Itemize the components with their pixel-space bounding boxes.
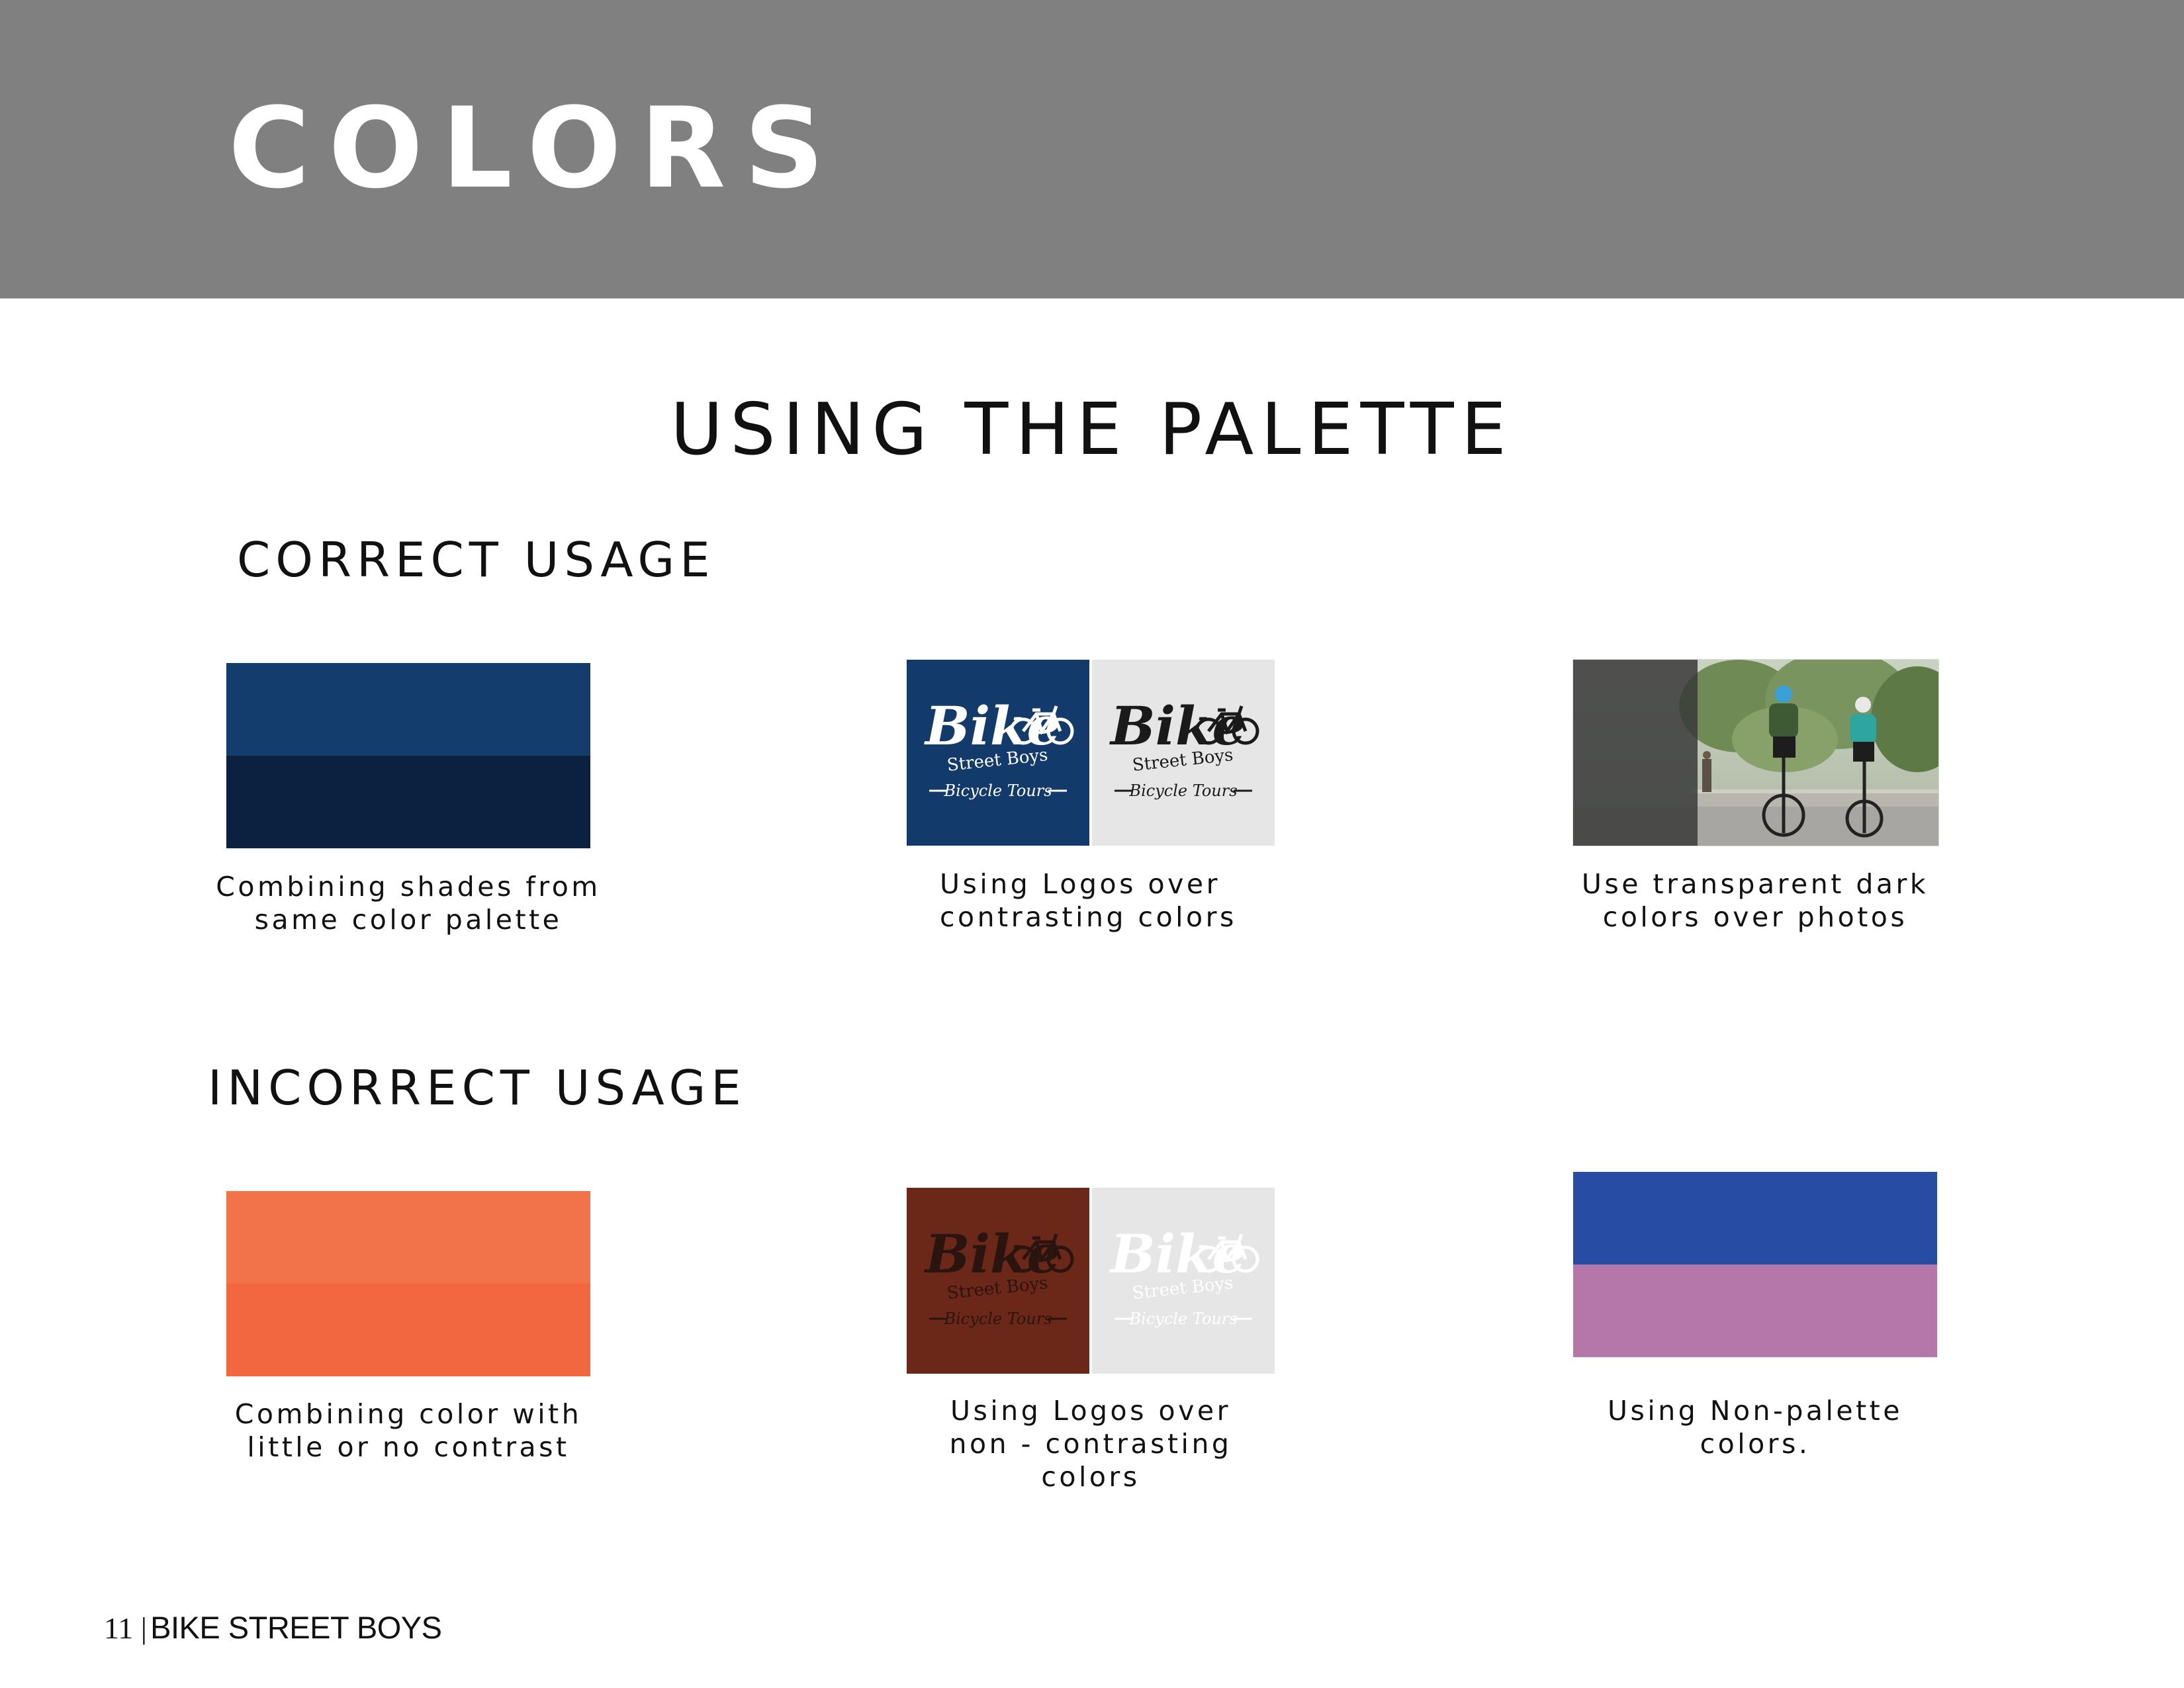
correct-logos-pair: Bike Street Boys Bicycle Tours Bike Street … <box>907 660 1275 846</box>
caption-line: Combining color with <box>234 1398 582 1430</box>
correct-overlay-caption: Use transparent dark colors over photos <box>1550 867 1960 934</box>
caption-line: Use transparent dark <box>1581 868 1929 900</box>
incorrect-non-palette-swatch <box>1573 1172 1937 1357</box>
caption-line: same color palette <box>254 904 563 936</box>
caption-line: Combining shades from <box>216 871 601 903</box>
logo-tagline: Bicycle Tours <box>943 1310 1052 1328</box>
transparent-overlay <box>1573 660 1698 846</box>
logo-tile-dark: Bike Street Boys Bicycle Tours <box>907 660 1089 846</box>
correct-usage-heading: CORRECT USAGE <box>237 532 715 588</box>
logo-tile-light: Bike Street Boys Bicycle Tours <box>1092 1188 1275 1374</box>
bike-logo: BikeStreet BoysBicycle Tours <box>1109 695 1259 800</box>
caption-line: contrasting colors <box>940 901 1237 933</box>
logo-artwork: BikeStreet BoysBicycle Tours <box>1109 695 1259 800</box>
logo-tagline: Bicycle Tours <box>1128 781 1237 800</box>
caption-line: little or no contrast <box>247 1431 570 1463</box>
caption-line: colors <box>1041 1461 1140 1493</box>
logo-tile-light: Bike Street Boys Bicycle Tours <box>1092 660 1275 846</box>
swatch-top <box>1573 1172 1937 1265</box>
swatch-bottom <box>226 756 590 848</box>
logo-artwork: BikeStreet BoysBicycle Tours <box>924 695 1074 800</box>
caption-line: Using Non-palette <box>1608 1395 1903 1427</box>
incorrect-non-palette-caption: Using Non-palette colors. <box>1550 1394 1960 1460</box>
correct-logos-caption: Using Logos over contrasting colors <box>875 867 1284 934</box>
cyclists-photo-image <box>1573 660 1938 846</box>
logo-tagline: Bicycle Tours <box>1128 1310 1237 1328</box>
page-footer: 11 | BIKE STREET BOYS <box>104 1612 442 1644</box>
logo-tagline: Bicycle Tours <box>943 781 1052 800</box>
swatch-top <box>226 663 590 756</box>
logo-tile-brown: Bike Street Boys Bicycle Tours <box>907 1188 1089 1374</box>
bike-logo: BikeStreet BoysBicycle Tours <box>924 1223 1074 1328</box>
logo-artwork: BikeStreet BoysBicycle Tours <box>1109 1223 1259 1328</box>
caption-line: colors. <box>1700 1428 1811 1460</box>
page-title: COLORS <box>228 83 843 213</box>
swatch-top <box>226 1191 590 1284</box>
caption-line: Using Logos over <box>950 1395 1231 1427</box>
incorrect-logos-pair: Bike Street Boys Bicycle Tours Bike Street … <box>907 1188 1275 1374</box>
header-banner: COLORS <box>0 0 2184 298</box>
correct-shades-swatch <box>226 663 590 848</box>
incorrect-low-contrast-caption: Combining color with little or no contra… <box>203 1398 614 1464</box>
cyclists-photo <box>1572 659 1939 846</box>
bike-logo: BikeStreet BoysBicycle Tours <box>924 695 1074 800</box>
swatch-bottom <box>1573 1265 1937 1357</box>
page-number: 11 | <box>104 1611 148 1645</box>
caption-line: colors over photos <box>1602 901 1908 933</box>
caption-line: non - contrasting <box>949 1428 1232 1460</box>
incorrect-logos-caption: Using Logos over non - contrasting color… <box>886 1394 1296 1493</box>
logo-artwork: BikeStreet BoysBicycle Tours <box>924 1223 1074 1328</box>
bike-logo: BikeStreet BoysBicycle Tours <box>1109 1223 1259 1328</box>
incorrect-usage-heading: INCORRECT USAGE <box>208 1060 747 1116</box>
incorrect-low-contrast-swatch <box>226 1191 590 1376</box>
page-subtitle: USING THE PALETTE <box>670 388 1514 471</box>
caption-line: Using Logos over <box>940 868 1220 900</box>
correct-shades-caption: Combining shades from same color palette <box>203 870 614 936</box>
swatch-bottom <box>226 1284 590 1376</box>
footer-brand: BIKE STREET BOYS <box>150 1610 442 1645</box>
